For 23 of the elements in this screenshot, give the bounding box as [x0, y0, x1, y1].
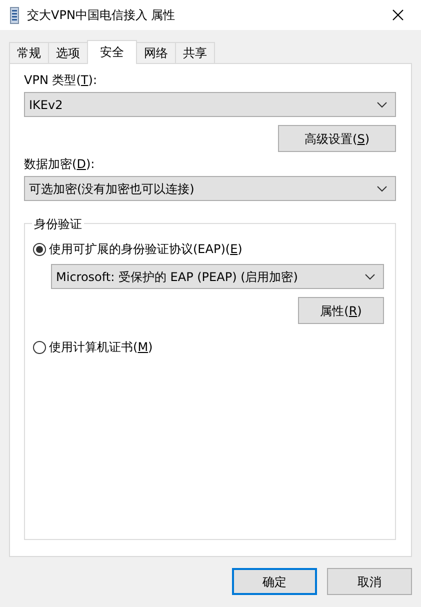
advanced-settings-button[interactable]: 高级设置(S): [278, 125, 396, 152]
tab[interactable]: 常规: [9, 42, 49, 63]
radio-button[interactable]: [33, 242, 46, 256]
field-label: VPN 类型(T):: [24, 72, 98, 88]
cancel-button[interactable]: 取消: [327, 568, 412, 595]
window-title: 交大VPN中国电信接入 属性: [27, 7, 176, 24]
radio-label[interactable]: 使用可扩展的身份验证协议(EAP)(E): [49, 240, 242, 258]
properties-button[interactable]: 属性(R): [298, 297, 384, 324]
group-title: 身份验证: [32, 215, 84, 233]
eap-method-dropdown[interactable]: Microsoft: 受保护的 EAP (PEAP) (启用加密): [51, 264, 384, 289]
radio-label[interactable]: 使用计算机证书(M): [49, 338, 153, 356]
network-file-icon: [10, 6, 19, 24]
close-icon: [392, 9, 404, 21]
chevron-down-icon: [377, 186, 387, 192]
tab[interactable]: 共享: [175, 42, 215, 63]
encryption-dropdown[interactable]: 可选加密(没有加密也可以连接): [24, 176, 396, 201]
ok-button[interactable]: 确定: [232, 568, 317, 595]
tab[interactable]: 安全: [87, 40, 137, 64]
chevron-down-icon: [365, 274, 375, 280]
radio-button[interactable]: [33, 340, 46, 354]
field-label: 数据加密(D):: [24, 156, 96, 172]
chevron-down-icon: [377, 102, 387, 108]
vpn-type-dropdown[interactable]: IKEv2: [24, 92, 396, 117]
